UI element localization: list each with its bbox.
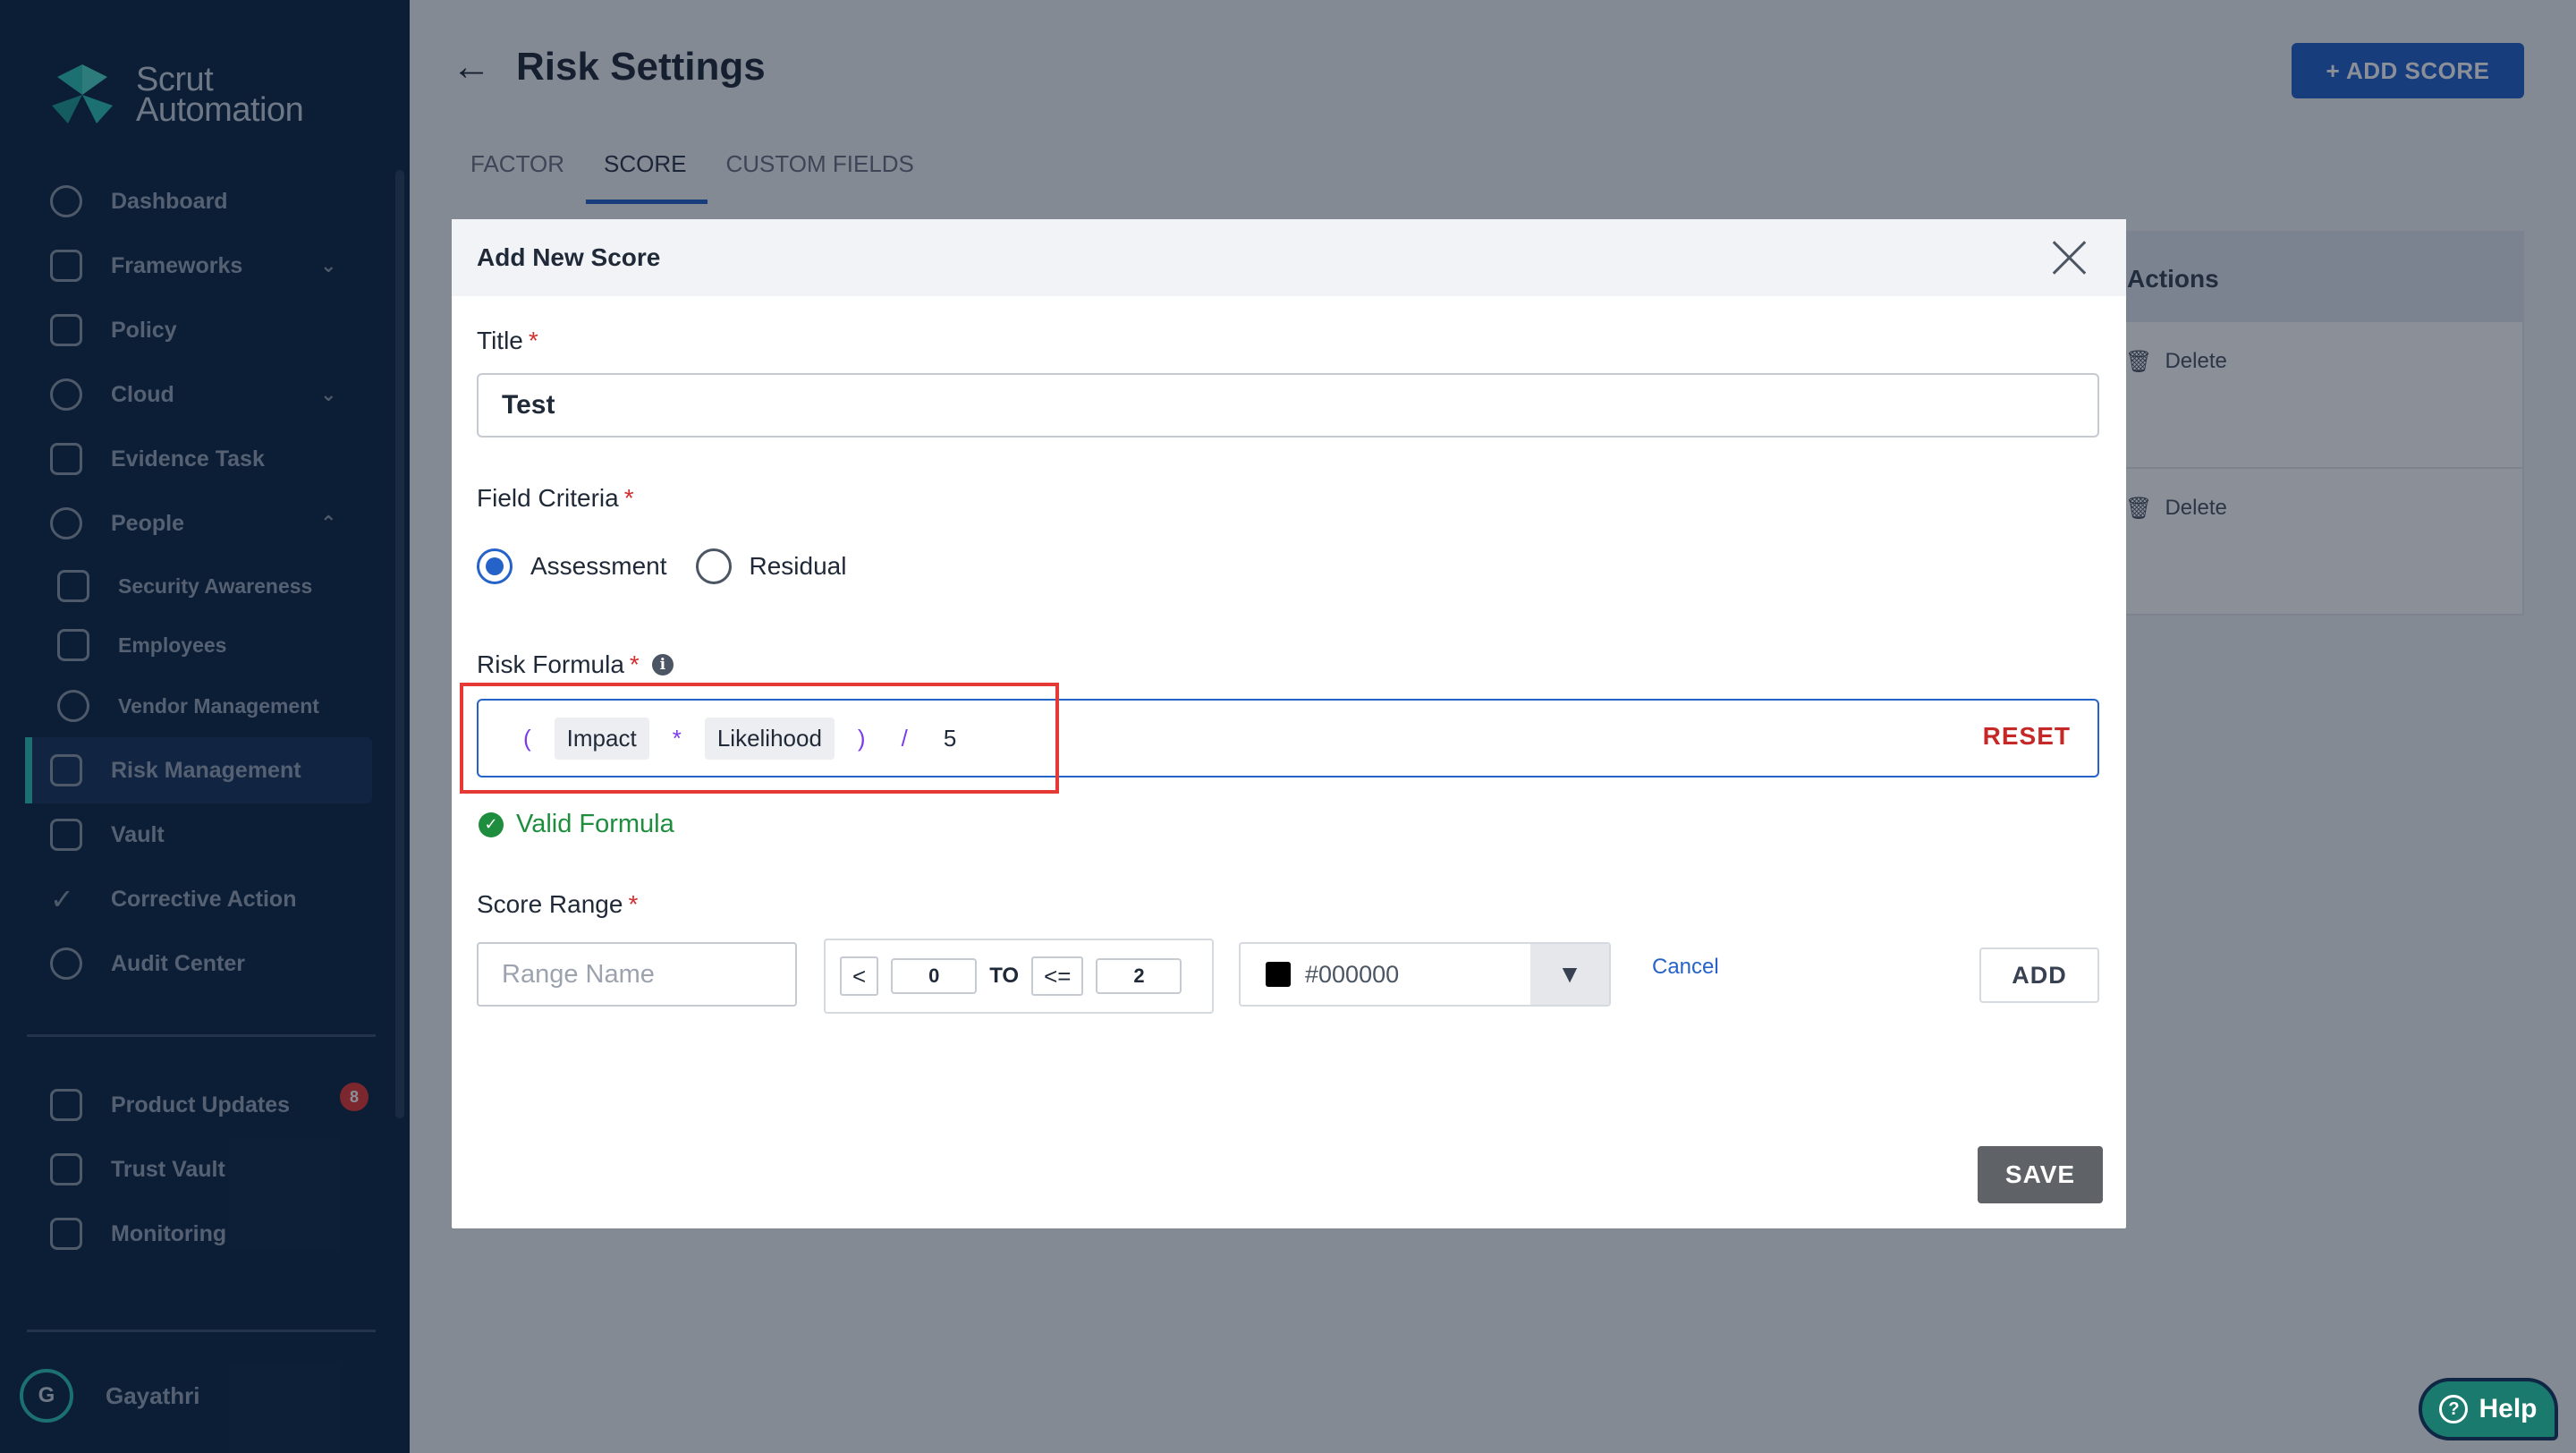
- required-asterisk: *: [528, 327, 538, 354]
- valid-formula-text: Valid Formula: [516, 810, 674, 838]
- field-criteria-radio-group: Assessment Residual: [477, 548, 875, 584]
- annotation-highlight-box: [460, 683, 1059, 794]
- title-input[interactable]: Test: [477, 373, 2099, 438]
- range-name-input[interactable]: Range Name: [477, 942, 797, 1007]
- modal-header: Add New Score: [452, 219, 2126, 296]
- required-asterisk: *: [629, 650, 640, 678]
- residual-radio-label[interactable]: Residual: [750, 552, 847, 581]
- assessment-radio[interactable]: [477, 548, 513, 584]
- upper-bound-input[interactable]: 2: [1096, 958, 1182, 994]
- range-bounds: < 0 TO <= 2: [824, 939, 1214, 1014]
- color-hex-value[interactable]: #000000: [1305, 961, 1399, 989]
- color-swatch: [1266, 962, 1291, 987]
- help-button[interactable]: ? Help: [2419, 1378, 2558, 1440]
- lower-bound-input[interactable]: 0: [891, 958, 978, 994]
- question-icon: ?: [2439, 1395, 2469, 1423]
- check-circle-icon: ✓: [479, 811, 504, 837]
- add-score-modal: Add New Score Title * Test Field Criteria…: [452, 219, 2126, 1228]
- field-criteria-label: Field Criteria *: [477, 484, 634, 512]
- formula-validation-status: ✓ Valid Formula: [479, 810, 674, 839]
- upper-operator-select[interactable]: <=: [1031, 956, 1084, 996]
- help-label: Help: [2479, 1394, 2538, 1423]
- score-range-label: Score Range *: [477, 890, 639, 918]
- range-to-label: TO: [989, 964, 1020, 988]
- title-label: Title *: [477, 327, 538, 354]
- residual-radio[interactable]: [695, 548, 732, 584]
- info-icon[interactable]: i: [651, 654, 674, 676]
- risk-formula-label: Risk Formula * i: [477, 650, 674, 679]
- add-range-button[interactable]: ADD: [1979, 947, 2099, 1003]
- modal-title: Add New Score: [477, 243, 661, 271]
- save-button[interactable]: SAVE: [1978, 1146, 2103, 1203]
- cancel-link[interactable]: Cancel: [1652, 955, 1719, 980]
- reset-button[interactable]: RESET: [1983, 722, 2071, 751]
- color-picker[interactable]: #000000 ▼: [1239, 942, 1611, 1007]
- required-asterisk: *: [628, 890, 639, 918]
- lower-operator-select[interactable]: <: [840, 956, 879, 996]
- assessment-radio-label[interactable]: Assessment: [530, 552, 667, 581]
- required-asterisk: *: [623, 484, 634, 512]
- dropdown-arrow-icon[interactable]: ▼: [1530, 944, 1609, 1005]
- close-icon[interactable]: [2051, 239, 2089, 276]
